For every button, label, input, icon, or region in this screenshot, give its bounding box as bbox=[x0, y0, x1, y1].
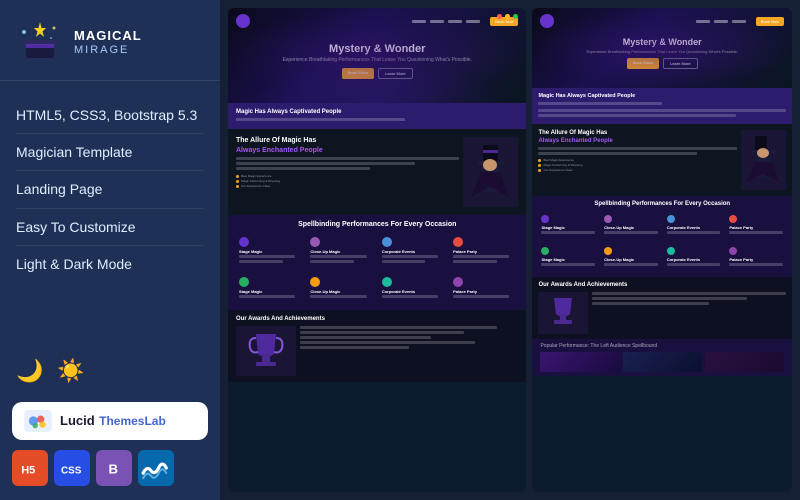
tp-card2-6: Corporate Events bbox=[664, 243, 724, 272]
tp-cards-2: Stage Magic Close-Up Magic Corporate Eve… bbox=[538, 211, 786, 240]
preview-column-2: Book Now Mystery & Wonder Experience Bre… bbox=[532, 8, 792, 492]
tp-awards-2: Our Awards And Achievements bbox=[532, 277, 792, 339]
tp-section-purple-1: Magic Has Always Captivated People bbox=[228, 103, 526, 129]
template-preview-1: Book Now Mystery & Wonder Experience Bre… bbox=[228, 8, 526, 492]
tp-hero-sub-2: Experience Breathtaking Performances Tha… bbox=[587, 49, 738, 54]
feature-item-3: Easy To Customize bbox=[16, 209, 204, 246]
tp-card-5: Close-Up Magic bbox=[307, 273, 375, 304]
tp-card-7: Palace Party bbox=[450, 273, 518, 304]
tp-hero-title-2: Mystery & Wonder bbox=[623, 37, 702, 47]
tp-s1-title: Magic Has Always Captivated People bbox=[236, 109, 518, 115]
svg-text:H5: H5 bbox=[21, 465, 35, 477]
template-preview-2: Book Now Mystery & Wonder Experience Bre… bbox=[532, 8, 792, 492]
tp-section-dark-2: The Allure Of Magic Has Always Enchanted… bbox=[532, 124, 792, 196]
tp-card-2: Corporate Events bbox=[379, 233, 447, 269]
tp-popular-2: Popular Performance: The Left Audience S… bbox=[532, 339, 792, 376]
tp-section-purple-2: Magic Has Always Captivated People bbox=[532, 88, 792, 124]
tp-awards-1: Our Awards And Achievements bbox=[228, 310, 526, 382]
moon-icon[interactable]: 🌙 bbox=[16, 358, 43, 384]
feature-item-4: Light & Dark Mode bbox=[16, 246, 204, 282]
tp-section-cards-2: Spellbinding Performances For Every Occa… bbox=[532, 196, 792, 277]
tp-hero-2: Book Now Mystery & Wonder Experience Bre… bbox=[532, 8, 792, 88]
tp-section-dark-1: The Allure Of Magic Has Always Enchanted… bbox=[228, 129, 526, 215]
tp-card2-2: Corporate Events bbox=[664, 211, 724, 240]
lucid-badge[interactable]: Lucid ThemesLab bbox=[12, 402, 208, 440]
lucid-logo-icon bbox=[24, 410, 52, 432]
logo-icon bbox=[16, 18, 64, 66]
tp-section-cards-1: Spellbinding Performances For Every Occa… bbox=[228, 215, 526, 310]
tp-hero-title-1: Mystery & Wonder bbox=[329, 43, 425, 55]
feature-item-1: Magician Template bbox=[16, 134, 204, 171]
tp-hero-sub-1: Experience Breathtaking Performances Tha… bbox=[283, 57, 472, 63]
feature-item-2: Landing Page bbox=[16, 171, 204, 208]
lucid-brand: Lucid bbox=[60, 413, 95, 428]
tp-cards-1: Stage Magic Close-Up Magic Cor bbox=[236, 233, 518, 269]
logo-area: MAGICAL MIRAGE bbox=[0, 0, 220, 81]
lucid-text-block: Lucid ThemesLab bbox=[60, 412, 166, 430]
preview-scroll-1[interactable]: Book Now Mystery & Wonder Experience Bre… bbox=[228, 8, 526, 492]
tp-card2-7: Palace Party bbox=[726, 243, 786, 272]
features-list: HTML5, CSS3, Bootstrap 5.3 Magician Temp… bbox=[0, 81, 220, 350]
tp-cards-2b: Stage Magic Close-Up Magic Corporate Eve… bbox=[538, 243, 786, 272]
tp-nav-2: Book Now bbox=[532, 14, 792, 28]
tp-s2-accent: Always Enchanted People bbox=[236, 147, 459, 154]
right-panel: Book Now Mystery & Wonder Experience Bre… bbox=[220, 0, 800, 500]
svg-text:CSS: CSS bbox=[61, 466, 82, 477]
html5-badge: H5 bbox=[12, 450, 48, 486]
svg-text:B: B bbox=[109, 462, 119, 477]
tp-card-4: Stage Magic bbox=[236, 273, 304, 304]
tp-card2-5: Close-Up Magic bbox=[601, 243, 661, 272]
tp-card2-1: Close-Up Magic bbox=[601, 211, 661, 240]
jquery-badge bbox=[138, 450, 174, 486]
tp-nav-1: Book Now bbox=[228, 14, 526, 28]
feature-item-0: HTML5, CSS3, Bootstrap 5.3 bbox=[16, 97, 204, 134]
css3-badge: CSS bbox=[54, 450, 90, 486]
sun-icon[interactable]: ☀️ bbox=[57, 358, 84, 384]
tp-card-1: Close-Up Magic bbox=[307, 233, 375, 269]
mode-icons: 🌙 ☀️ bbox=[0, 350, 220, 396]
preview-column-1: Book Now Mystery & Wonder Experience Bre… bbox=[228, 8, 526, 492]
lucid-sub: ThemesLab bbox=[99, 414, 166, 428]
preview-scroll-2[interactable]: Book Now Mystery & Wonder Experience Bre… bbox=[532, 8, 792, 492]
bootstrap-badge: B bbox=[96, 450, 132, 486]
tp-cards-1b: Stage Magic Close-Up Magic Corporate Eve… bbox=[236, 273, 518, 304]
left-panel: MAGICAL MIRAGE HTML5, CSS3, Bootstrap 5.… bbox=[0, 0, 220, 500]
tp-hero-1: Book Now Mystery & Wonder Experience Bre… bbox=[228, 8, 526, 103]
tp-card-3: Palace Party bbox=[450, 233, 518, 269]
tp-card2-0: Stage Magic bbox=[538, 211, 598, 240]
logo-name-line2: MIRAGE bbox=[74, 44, 142, 56]
tp-card-6: Corporate Events bbox=[379, 273, 447, 304]
tp-s2-title: The Allure Of Magic Has bbox=[236, 137, 459, 144]
logo-name-line1: MAGICAL bbox=[74, 28, 142, 44]
tp-card2-4: Stage Magic bbox=[538, 243, 598, 272]
tp-card2-3: Palace Party bbox=[726, 211, 786, 240]
tp-card-0: Stage Magic bbox=[236, 233, 304, 269]
logo-text-block: MAGICAL MIRAGE bbox=[74, 28, 142, 56]
tech-badges: H5 CSS B bbox=[0, 450, 220, 500]
